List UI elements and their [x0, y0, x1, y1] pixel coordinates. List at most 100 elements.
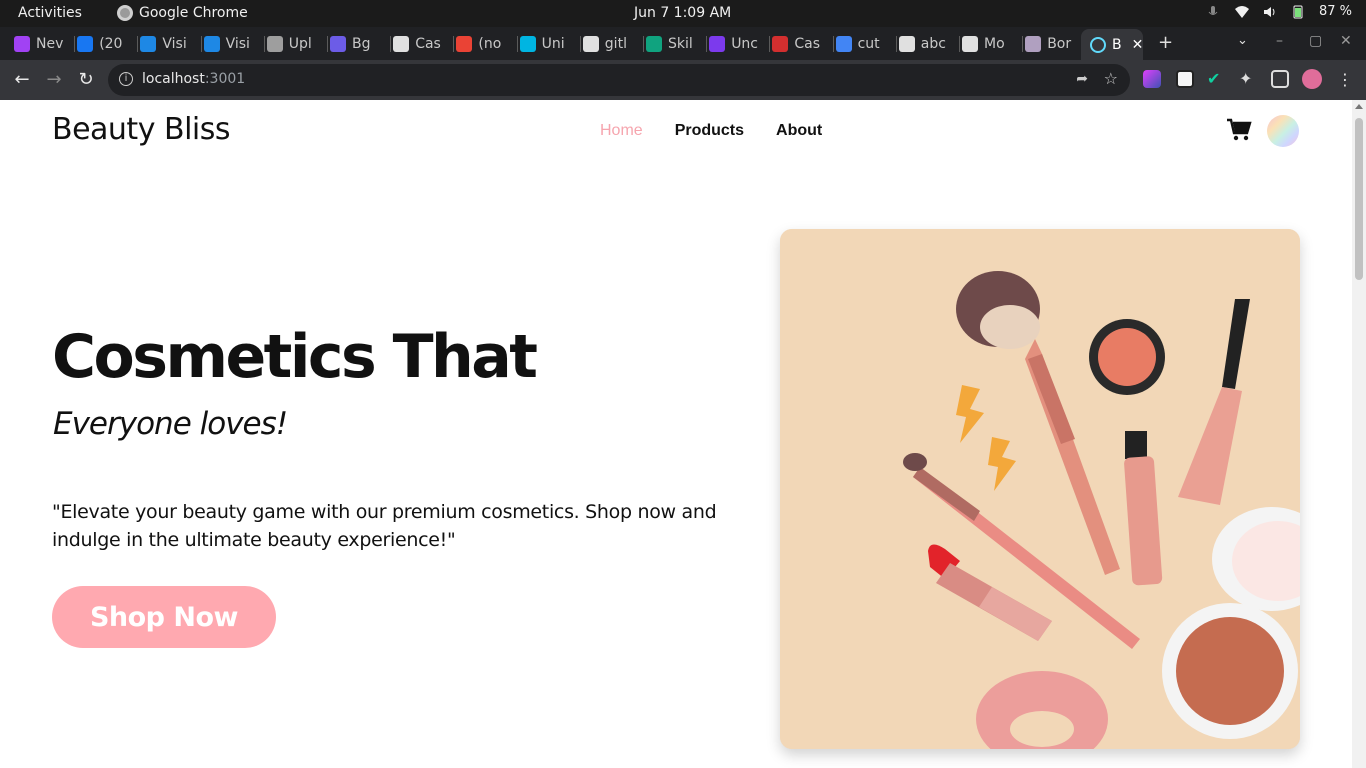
tab-favicon-icon [582, 36, 599, 52]
cart-icon[interactable] [1226, 118, 1252, 142]
tab-favicon-icon [709, 36, 726, 52]
tab-title: cut [857, 36, 880, 52]
browser-tab[interactable]: Cas [772, 31, 834, 57]
shop-now-button[interactable]: Shop Now [52, 586, 276, 648]
browser-tab[interactable]: Bor [1025, 31, 1087, 57]
tab-separator [769, 36, 771, 52]
system-tray[interactable]: 87 % [1207, 4, 1352, 19]
activities-button[interactable]: Activities [18, 5, 82, 21]
tab-favicon-icon [14, 36, 30, 52]
tab-separator [958, 36, 960, 52]
tab-title: Skil [668, 36, 693, 52]
tab-separator [263, 36, 265, 52]
tab-title: Uni [541, 36, 565, 52]
tab-title: (20 [99, 36, 123, 52]
browser-tab[interactable]: Cas [393, 31, 455, 57]
profile-avatar-icon[interactable] [1302, 69, 1322, 89]
forward-arrow-icon[interactable]: → [43, 69, 65, 91]
browser-tab[interactable]: (20 [77, 31, 139, 57]
tab-favicon-icon [203, 36, 220, 52]
browser-tab[interactable]: Skil [646, 31, 708, 57]
tab-favicon-icon [393, 36, 410, 52]
browser-tab[interactable]: cut [835, 31, 897, 57]
tab-title: Cas [415, 36, 441, 52]
tab-title: abc [920, 36, 946, 52]
page-viewport: Beauty Bliss Home Products About Cosmeti… [0, 100, 1352, 768]
tab-favicon-icon [962, 36, 978, 52]
close-tab-icon[interactable]: ✕ [1132, 37, 1143, 53]
minimize-icon[interactable]: – [1276, 33, 1283, 49]
tab-title: Unc [731, 36, 759, 52]
browser-tab[interactable]: Upl [266, 31, 328, 57]
browser-tab[interactable]: Unc [709, 31, 771, 57]
tab-separator [579, 36, 581, 52]
browser-tab[interactable]: abc [898, 31, 960, 57]
tab-title: Mo [984, 36, 1005, 52]
tab-separator [137, 36, 139, 52]
bronzer-illustration [1162, 603, 1298, 739]
tab-title: Bor [1047, 36, 1072, 52]
nav-about[interactable]: About [776, 122, 822, 140]
browser-toolbar: ← → ↻ i localhost:3001 ➦ ☆ ✔ ✦ ⋮ [0, 60, 1366, 100]
hero-subtitle: Everyone loves! [53, 406, 288, 442]
tab-separator [200, 36, 202, 52]
extension-icon-1[interactable] [1143, 70, 1161, 88]
tab-favicon-icon [77, 36, 94, 52]
react-favicon-icon [1090, 36, 1106, 53]
browser-tab[interactable]: gitl [582, 31, 644, 57]
app-name: Google Chrome [139, 5, 248, 21]
browser-tab[interactable]: Mo [962, 31, 1024, 57]
tab-separator [706, 36, 708, 52]
tab-title: (no [478, 36, 502, 52]
browser-tab[interactable]: Visi [203, 31, 265, 57]
address-bar[interactable]: i localhost:3001 ➦ ☆ [108, 64, 1130, 96]
browser-tab[interactable]: Visi [140, 31, 202, 57]
scrollbar-thumb[interactable] [1355, 118, 1363, 280]
scroll-up-arrow-icon[interactable] [1355, 104, 1363, 109]
nav-home[interactable]: Home [600, 122, 643, 140]
nav-products[interactable]: Products [675, 122, 744, 140]
tab-separator [895, 36, 897, 52]
clock[interactable]: Jun 7 1:09 AM [634, 5, 731, 21]
maximize-icon[interactable]: ▢ [1309, 33, 1322, 49]
browser-tab[interactable]: Uni [519, 31, 581, 57]
battery-icon [1293, 5, 1303, 18]
page-scrollbar[interactable] [1352, 100, 1366, 768]
tab-favicon-icon [519, 36, 536, 52]
tab-title: Nev [36, 36, 64, 52]
browser-tab[interactable]: (no [456, 31, 518, 57]
site-info-icon[interactable]: i [119, 72, 133, 86]
tab-separator [390, 36, 392, 52]
bookmark-star-icon[interactable]: ☆ [1104, 69, 1118, 88]
hero-title: Cosmetics That [52, 322, 538, 392]
tab-title: Visi [225, 36, 250, 52]
back-arrow-icon[interactable]: ← [11, 69, 33, 91]
tab-title: Bg [352, 36, 371, 52]
tab-favicon-icon [898, 36, 915, 52]
extension-icon-2[interactable] [1176, 70, 1194, 88]
new-tab-button[interactable]: + [1158, 32, 1173, 53]
reload-icon[interactable]: ↻ [75, 69, 97, 91]
hero-description: "Elevate your beauty game with our premi… [52, 501, 717, 551]
browser-tab-strip: + ⌄ – ▢ ✕ Nev (20 Visi Visi Upl Bg Cas (no Uni gi… [0, 27, 1366, 60]
chrome-menu-icon[interactable]: ⋮ [1334, 69, 1356, 91]
tab-title: B [1112, 36, 1122, 53]
cosmetics-illustration [780, 229, 1300, 749]
extension-icon-3[interactable]: ✔ [1207, 70, 1225, 88]
extensions-puzzle-icon[interactable]: ✦ [1239, 70, 1257, 88]
site-logo[interactable]: Beauty Bliss [52, 112, 231, 147]
user-avatar[interactable] [1267, 115, 1299, 147]
side-panel-icon[interactable] [1271, 70, 1289, 88]
url-text[interactable]: localhost:3001 [142, 71, 245, 87]
browser-tab[interactable]: Nev [14, 31, 76, 57]
close-window-icon[interactable]: ✕ [1340, 33, 1352, 49]
tab-favicon-icon [266, 36, 283, 52]
tab-title: gitl [604, 36, 627, 52]
browser-tab-active[interactable]: B ✕ [1081, 29, 1143, 60]
battery-level: 87 % [1318, 4, 1352, 19]
browser-tab[interactable]: Bg [330, 31, 392, 57]
share-icon[interactable]: ➦ [1076, 71, 1088, 87]
app-menu[interactable]: Google Chrome [117, 5, 248, 21]
tab-separator [74, 36, 76, 52]
tab-search-chevron-icon[interactable]: ⌄ [1237, 33, 1248, 48]
